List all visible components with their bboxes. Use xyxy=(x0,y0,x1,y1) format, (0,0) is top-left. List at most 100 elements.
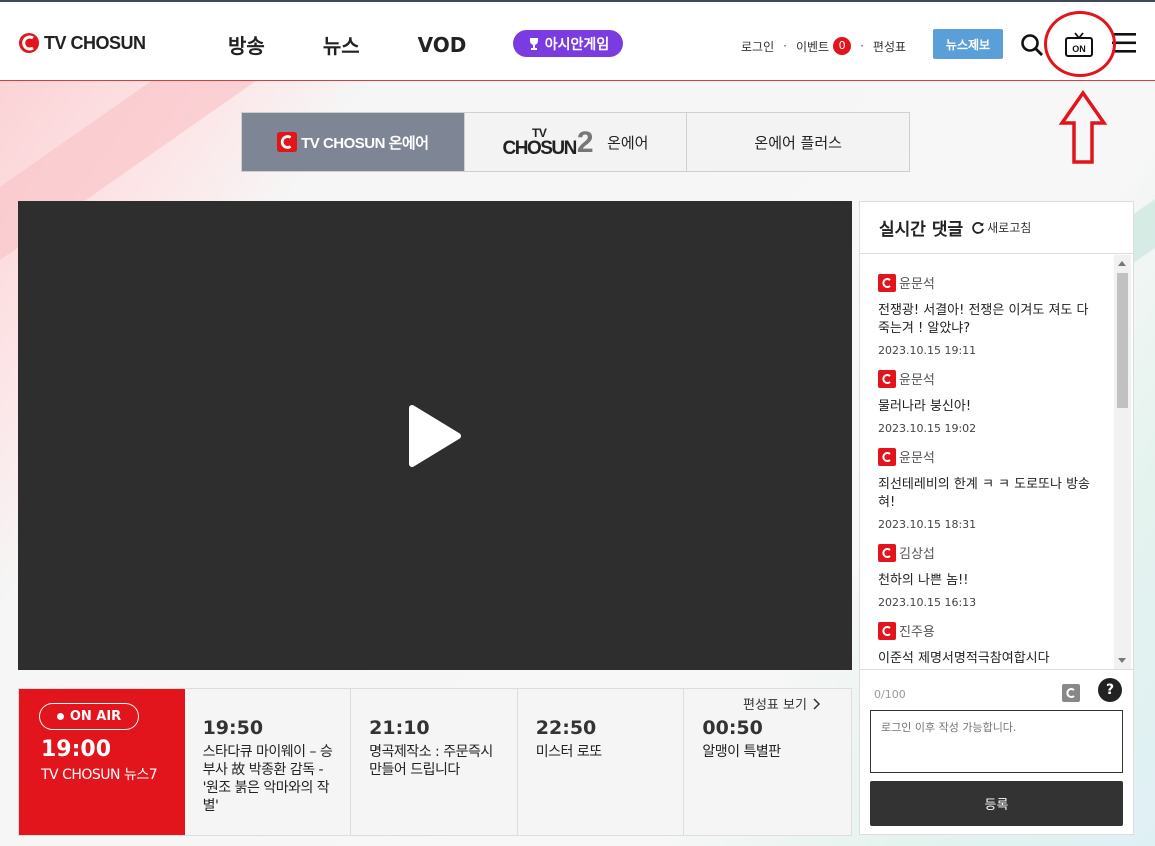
scroll-down-icon[interactable] xyxy=(1118,658,1126,663)
nav-vod[interactable]: VOD xyxy=(418,33,467,57)
comment-user: 윤문석 xyxy=(878,273,1115,292)
schedule-more-link[interactable]: 편성표 보기 xyxy=(743,694,821,713)
comment-item: 윤문석 죄선테레비의 한계 ㅋ ㅋ 도로또나 방송혀! 2023.10.15 1… xyxy=(878,447,1115,531)
nav-news[interactable]: 뉴스 xyxy=(323,30,360,59)
comments-header: 실시간 댓글 새로고침 xyxy=(860,202,1133,254)
tv-icon: ON xyxy=(1065,32,1093,57)
tab-tvchosun-onair[interactable]: TV CHOSUN 온에어 xyxy=(242,113,465,171)
comment-date: 2023.10.15 16:13 xyxy=(878,596,977,609)
schedule-item[interactable]: 22:50 미스터 로또 xyxy=(518,689,685,835)
onair-tv-icon[interactable]: ON xyxy=(1064,32,1094,58)
comment-compose: 0/100 ? 등록 xyxy=(860,669,1133,834)
main-nav: 방송 뉴스 VOD xyxy=(228,30,524,59)
hamburger-menu-icon[interactable] xyxy=(1112,32,1136,54)
comment-user: 윤문석 xyxy=(878,369,1115,388)
comment-username: 윤문석 xyxy=(899,277,935,292)
schedule-item[interactable]: 19:50 스타다큐 마이웨이 – 승부사 故 박종환 감독 -'원조 붉은 악… xyxy=(185,689,352,835)
user-badge-icon xyxy=(878,447,896,466)
user-badge-icon xyxy=(878,273,896,292)
tvchosun-logo-icon xyxy=(19,33,39,53)
comment-user: 윤문석 xyxy=(878,447,1115,466)
refresh-button[interactable]: 새로고침 xyxy=(971,219,1031,236)
user-badge-icon xyxy=(878,621,896,640)
nav-broadcast[interactable]: 방송 xyxy=(228,30,265,59)
scroll-thumb[interactable] xyxy=(1117,273,1128,408)
login-link[interactable]: 로그인 xyxy=(741,38,774,55)
highlight-arrow-icon xyxy=(1058,90,1108,164)
help-icon[interactable]: ? xyxy=(1098,678,1122,702)
comment-date: 2023.10.15 18:31 xyxy=(878,518,977,531)
comment-date: 2023.10.15 19:11 xyxy=(878,344,977,357)
comments-scrollbar[interactable] xyxy=(1114,255,1131,669)
comment-username: 진주용 xyxy=(899,625,935,640)
comment-text: 이준석 제명서명적극참여합시다 xyxy=(878,651,1050,666)
live-dot-icon xyxy=(56,713,64,720)
schedule-time: 22:50 xyxy=(535,717,597,739)
comment-username: 윤문석 xyxy=(899,451,935,466)
tvchosun-small-icon xyxy=(1062,684,1080,702)
user-badge-icon xyxy=(878,543,896,562)
comment-date: 2023.10.15 19:02 xyxy=(878,422,977,435)
onair-now-panel[interactable]: ON AIR 19:00 TV CHOSUN 뉴스7 xyxy=(19,689,185,835)
schedule-title: 스타다큐 마이웨이 – 승부사 故 박종환 감독 -'원조 붉은 악마와의 작별… xyxy=(202,744,333,814)
comment-username: 김상섭 xyxy=(899,547,935,562)
utility-links: 로그인 · 이벤트 0 · 편성표 xyxy=(741,37,906,55)
comment-text: 전쟁광! 서결아! 전쟁은 이겨도 져도 다 죽는겨 ! 알았냐? xyxy=(878,303,1089,336)
site-logo[interactable]: TV CHOSUN xyxy=(18,32,146,54)
event-link[interactable]: 이벤트 xyxy=(796,38,829,55)
site-header: TV CHOSUN 방송 뉴스 VOD 아시안게임 로그인 · 이벤트 0 · … xyxy=(0,0,1155,81)
schedule-time: 00:50 xyxy=(702,717,763,739)
tab-label: 온에어 xyxy=(607,133,649,152)
schedule-title: 명곡제작소 : 주문즉시 만들어 드립니다 xyxy=(369,744,493,778)
play-icon[interactable] xyxy=(404,404,462,468)
refresh-label: 새로고침 xyxy=(987,221,1032,235)
asian-games-label: 아시안게임 xyxy=(544,36,610,53)
comment-item: 윤문석 전쟁광! 서결아! 전쟁은 이겨도 져도 다 죽는겨 ! 알았냐? 20… xyxy=(878,273,1115,357)
onair-time: 19:00 xyxy=(41,737,112,762)
schedule-more-label: 편성표 보기 xyxy=(743,698,807,713)
onair-badge-label: ON AIR xyxy=(69,709,122,724)
svg-text:ON: ON xyxy=(1072,44,1086,54)
onair-program-title: TV CHOSUN 뉴스7 xyxy=(41,767,158,783)
comment-item: 진주용 이준석 제명서명적극참여합시다 xyxy=(878,621,1115,668)
schedule-title: 미스터 로또 xyxy=(535,744,602,760)
comment-input[interactable] xyxy=(870,710,1123,773)
search-icon[interactable] xyxy=(1020,33,1044,57)
onair-badge: ON AIR xyxy=(39,703,139,730)
tab-label: 온에어 플러스 xyxy=(754,133,842,152)
logo-text: TV CHOSUN xyxy=(44,32,146,53)
comment-item: 김상섭 천하의 나쁜 놈!! 2023.10.15 16:13 xyxy=(878,543,1115,609)
schedule-title: 알맹이 특별판 xyxy=(702,744,781,760)
schedule-link[interactable]: 편성표 xyxy=(873,38,906,55)
live-comments-panel: 실시간 댓글 새로고침 윤문석 전쟁광! 서결아! 전쟁은 이겨도 져도 다 죽… xyxy=(859,201,1134,835)
schedule-time: 19:50 xyxy=(202,717,264,739)
schedule-time: 21:10 xyxy=(369,717,430,739)
comment-text: 물러나라 붕신아! xyxy=(878,399,972,414)
tvchosun2-logo: TV CHOSUN 2 xyxy=(503,127,594,158)
tvchosun-logo-icon xyxy=(277,132,298,152)
schedule-bar: ON AIR 19:00 TV CHOSUN 뉴스7 19:50 스타다큐 마이… xyxy=(18,688,852,836)
user-badge-icon xyxy=(878,369,896,388)
channel-tabs: TV CHOSUN 온에어 TV CHOSUN 2 온에어 온에어 플러스 xyxy=(241,112,910,172)
logo-num-text: 2 xyxy=(576,125,594,159)
news-report-button[interactable]: 뉴스제보 xyxy=(933,29,1003,59)
event-count-badge: 0 xyxy=(833,37,852,55)
comment-text: 죄선테레비의 한계 ㅋ ㅋ 도로또나 방송혀! xyxy=(878,477,1091,510)
comments-list: 윤문석 전쟁광! 서결아! 전쟁은 이겨도 져도 다 죽는겨 ! 알았냐? 20… xyxy=(860,255,1115,669)
comment-user: 진주용 xyxy=(878,621,1115,640)
comment-item: 윤문석 물러나라 붕신아! 2023.10.15 19:02 xyxy=(878,369,1115,435)
comment-user: 김상섭 xyxy=(878,543,1115,562)
refresh-icon xyxy=(972,221,985,234)
schedule-item[interactable]: 21:10 명곡제작소 : 주문즉시 만들어 드립니다 xyxy=(351,689,518,835)
asian-games-button[interactable]: 아시안게임 xyxy=(513,30,623,57)
tab-label: TV CHOSUN 온에어 xyxy=(301,134,429,152)
char-count: 0/100 xyxy=(874,688,906,701)
tab-tvchosun2-onair[interactable]: TV CHOSUN 2 온에어 xyxy=(464,113,688,171)
logo-main-text: CHOSUN xyxy=(502,137,578,159)
tab-onair-plus[interactable]: 온에어 플러스 xyxy=(687,113,910,171)
trophy-icon xyxy=(529,37,538,50)
submit-comment-button[interactable]: 등록 xyxy=(870,781,1123,826)
comments-title: 실시간 댓글 xyxy=(879,220,964,240)
scroll-up-icon[interactable] xyxy=(1118,261,1126,266)
comment-username: 윤문석 xyxy=(899,373,935,388)
